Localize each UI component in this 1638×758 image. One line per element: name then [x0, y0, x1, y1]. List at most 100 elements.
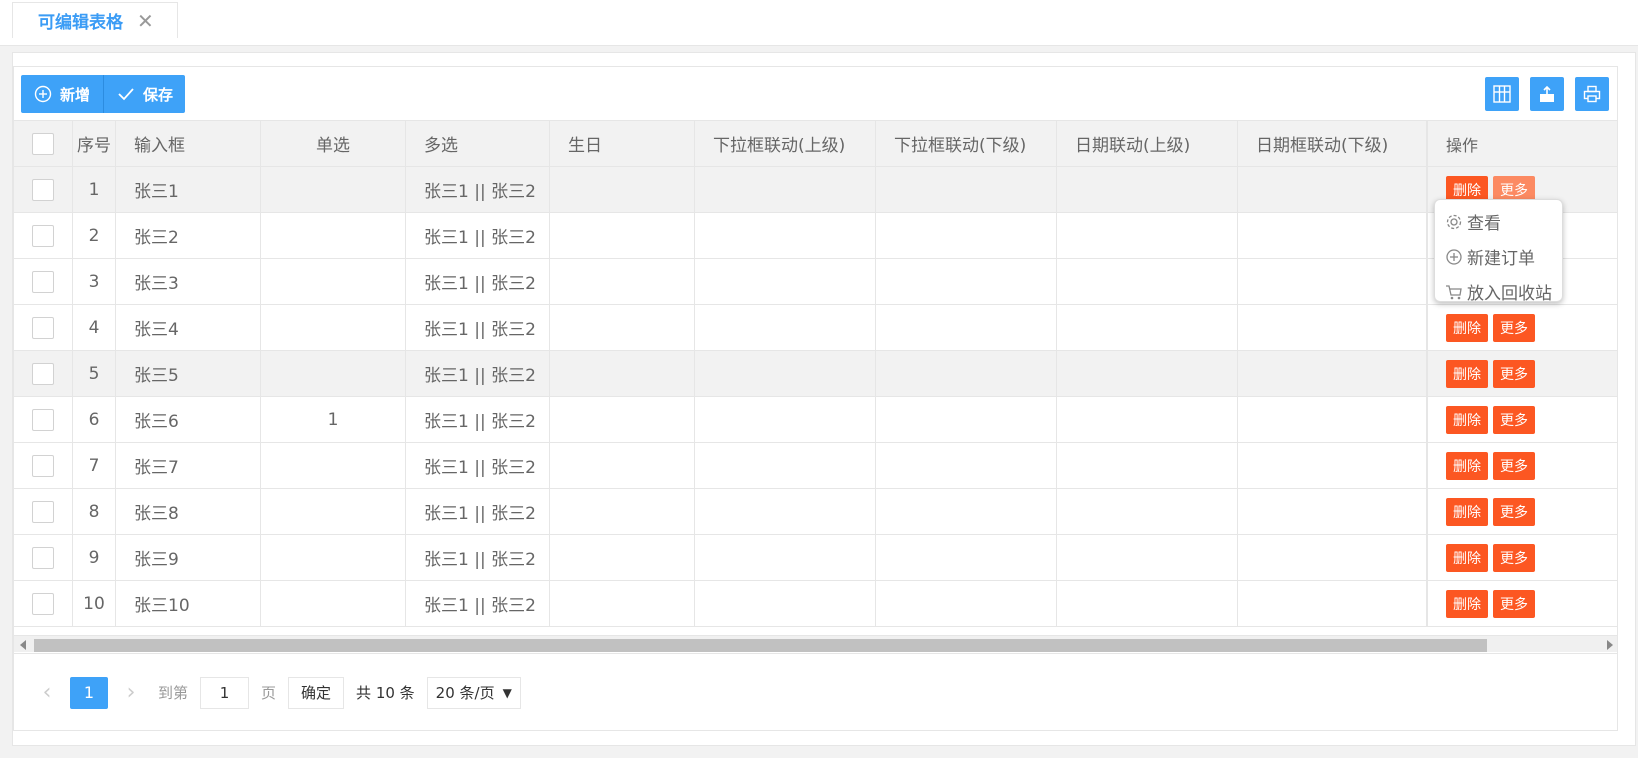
table-row[interactable]: 5 张三5 张三1 || 张三2 删除 更多	[14, 351, 1617, 397]
table-cell[interactable]	[876, 305, 1057, 350]
table-cell[interactable]	[1238, 443, 1427, 488]
table-cell[interactable]: 张三10	[116, 581, 261, 626]
next-page-icon[interactable]: ›	[116, 678, 146, 708]
table-cell[interactable]	[695, 397, 876, 442]
table-cell[interactable]: 1	[73, 167, 116, 212]
table-cell[interactable]	[695, 535, 876, 580]
table-row[interactable]: 10 张三10 张三1 || 张三2 删除 更多	[14, 581, 1617, 627]
table-cell[interactable]	[261, 167, 406, 212]
row-checkbox[interactable]	[32, 316, 54, 339]
table-cell[interactable]	[261, 305, 406, 350]
more-button[interactable]: 更多	[1493, 313, 1535, 342]
scroll-left-icon[interactable]	[20, 640, 26, 650]
prev-page-icon[interactable]: ‹	[32, 678, 62, 708]
columns-icon[interactable]	[1485, 77, 1519, 111]
table-cell[interactable]	[550, 351, 695, 396]
table-cell[interactable]	[876, 259, 1057, 304]
table-cell[interactable]: 8	[73, 489, 116, 534]
table-cell[interactable]	[261, 581, 406, 626]
table-cell[interactable]	[876, 581, 1057, 626]
table-cell[interactable]	[550, 213, 695, 258]
table-cell[interactable]: 7	[73, 443, 116, 488]
table-cell[interactable]: 张三1 || 张三2	[406, 443, 550, 488]
table-cell[interactable]: 9	[73, 535, 116, 580]
table-cell[interactable]	[876, 167, 1057, 212]
delete-button[interactable]: 删除	[1446, 451, 1488, 480]
table-cell[interactable]	[261, 259, 406, 304]
table-cell[interactable]	[876, 213, 1057, 258]
more-button[interactable]: 更多	[1493, 359, 1535, 388]
table-cell[interactable]	[695, 351, 876, 396]
table-cell[interactable]: 张三1 || 张三2	[406, 397, 550, 442]
table-cell[interactable]	[550, 489, 695, 534]
header-cell[interactable]: 序号	[73, 121, 116, 166]
table-cell[interactable]	[1057, 305, 1238, 350]
table-cell[interactable]: 张三1 || 张三2	[406, 489, 550, 534]
table-cell[interactable]	[1238, 305, 1427, 350]
table-cell[interactable]: 2	[73, 213, 116, 258]
table-cell[interactable]	[261, 489, 406, 534]
table-cell[interactable]	[550, 397, 695, 442]
tab-editable-table[interactable]: 可编辑表格 ✕	[12, 2, 178, 38]
current-page[interactable]: 1	[70, 676, 108, 709]
table-cell[interactable]: 张三4	[116, 305, 261, 350]
row-checkbox[interactable]	[32, 270, 54, 293]
save-button[interactable]: 保存	[103, 75, 185, 113]
header-cell[interactable]: 日期联动(上级)	[1057, 121, 1238, 166]
delete-button[interactable]: 删除	[1446, 405, 1488, 434]
table-cell[interactable]	[1057, 397, 1238, 442]
goto-page-input[interactable]: 1	[200, 676, 250, 709]
table-cell[interactable]	[876, 535, 1057, 580]
table-cell[interactable]	[261, 351, 406, 396]
table-cell[interactable]: 10	[73, 581, 116, 626]
table-cell[interactable]	[695, 489, 876, 534]
header-cell[interactable]: 生日	[550, 121, 695, 166]
table-cell[interactable]	[876, 351, 1057, 396]
row-checkbox[interactable]	[32, 224, 54, 247]
table-cell[interactable]	[550, 581, 695, 626]
table-cell[interactable]	[1057, 535, 1238, 580]
menu-item-view[interactable]: 查看	[1435, 204, 1562, 239]
table-cell[interactable]	[695, 213, 876, 258]
table-cell[interactable]	[876, 397, 1057, 442]
confirm-button[interactable]: 确定	[288, 676, 345, 709]
table-cell[interactable]	[1057, 167, 1238, 212]
more-button[interactable]: 更多	[1493, 451, 1535, 480]
delete-button[interactable]: 删除	[1446, 497, 1488, 526]
table-cell[interactable]	[1238, 397, 1427, 442]
table-cell[interactable]	[1057, 351, 1238, 396]
table-cell[interactable]	[550, 259, 695, 304]
header-cell[interactable]: 下拉框联动(上级)	[695, 121, 876, 166]
table-cell[interactable]	[695, 259, 876, 304]
table-cell[interactable]	[550, 535, 695, 580]
table-cell[interactable]: 张三1 || 张三2	[406, 535, 550, 580]
delete-button[interactable]: 删除	[1446, 589, 1488, 618]
table-cell[interactable]	[695, 167, 876, 212]
header-cell[interactable]: 输入框	[116, 121, 261, 166]
table-cell[interactable]	[1238, 259, 1427, 304]
table-cell[interactable]	[1057, 213, 1238, 258]
header-cell[interactable]: 下拉框联动(下级)	[876, 121, 1057, 166]
table-cell[interactable]	[1057, 259, 1238, 304]
table-cell[interactable]: 1	[261, 397, 406, 442]
table-row[interactable]: 7 张三7 张三1 || 张三2 删除 更多	[14, 443, 1617, 489]
row-checkbox[interactable]	[32, 546, 54, 569]
table-cell[interactable]	[1238, 489, 1427, 534]
table-cell[interactable]	[1238, 213, 1427, 258]
header-cell[interactable]: 单选	[261, 121, 406, 166]
table-cell[interactable]	[1238, 351, 1427, 396]
row-checkbox[interactable]	[32, 500, 54, 523]
table-cell[interactable]: 3	[73, 259, 116, 304]
more-button[interactable]: 更多	[1493, 589, 1535, 618]
close-icon[interactable]: ✕	[137, 11, 154, 31]
more-button[interactable]: 更多	[1493, 497, 1535, 526]
table-cell[interactable]	[1238, 535, 1427, 580]
delete-button[interactable]: 删除	[1446, 543, 1488, 572]
add-button[interactable]: 新增	[21, 75, 103, 113]
table-cell[interactable]: 4	[73, 305, 116, 350]
table-cell[interactable]: 张三1	[116, 167, 261, 212]
table-row[interactable]: 8 张三8 张三1 || 张三2 删除 更多	[14, 489, 1617, 535]
table-cell[interactable]: 张三1 || 张三2	[406, 581, 550, 626]
table-cell[interactable]	[550, 305, 695, 350]
menu-item-recycle[interactable]: 放入回收站	[1435, 274, 1562, 309]
